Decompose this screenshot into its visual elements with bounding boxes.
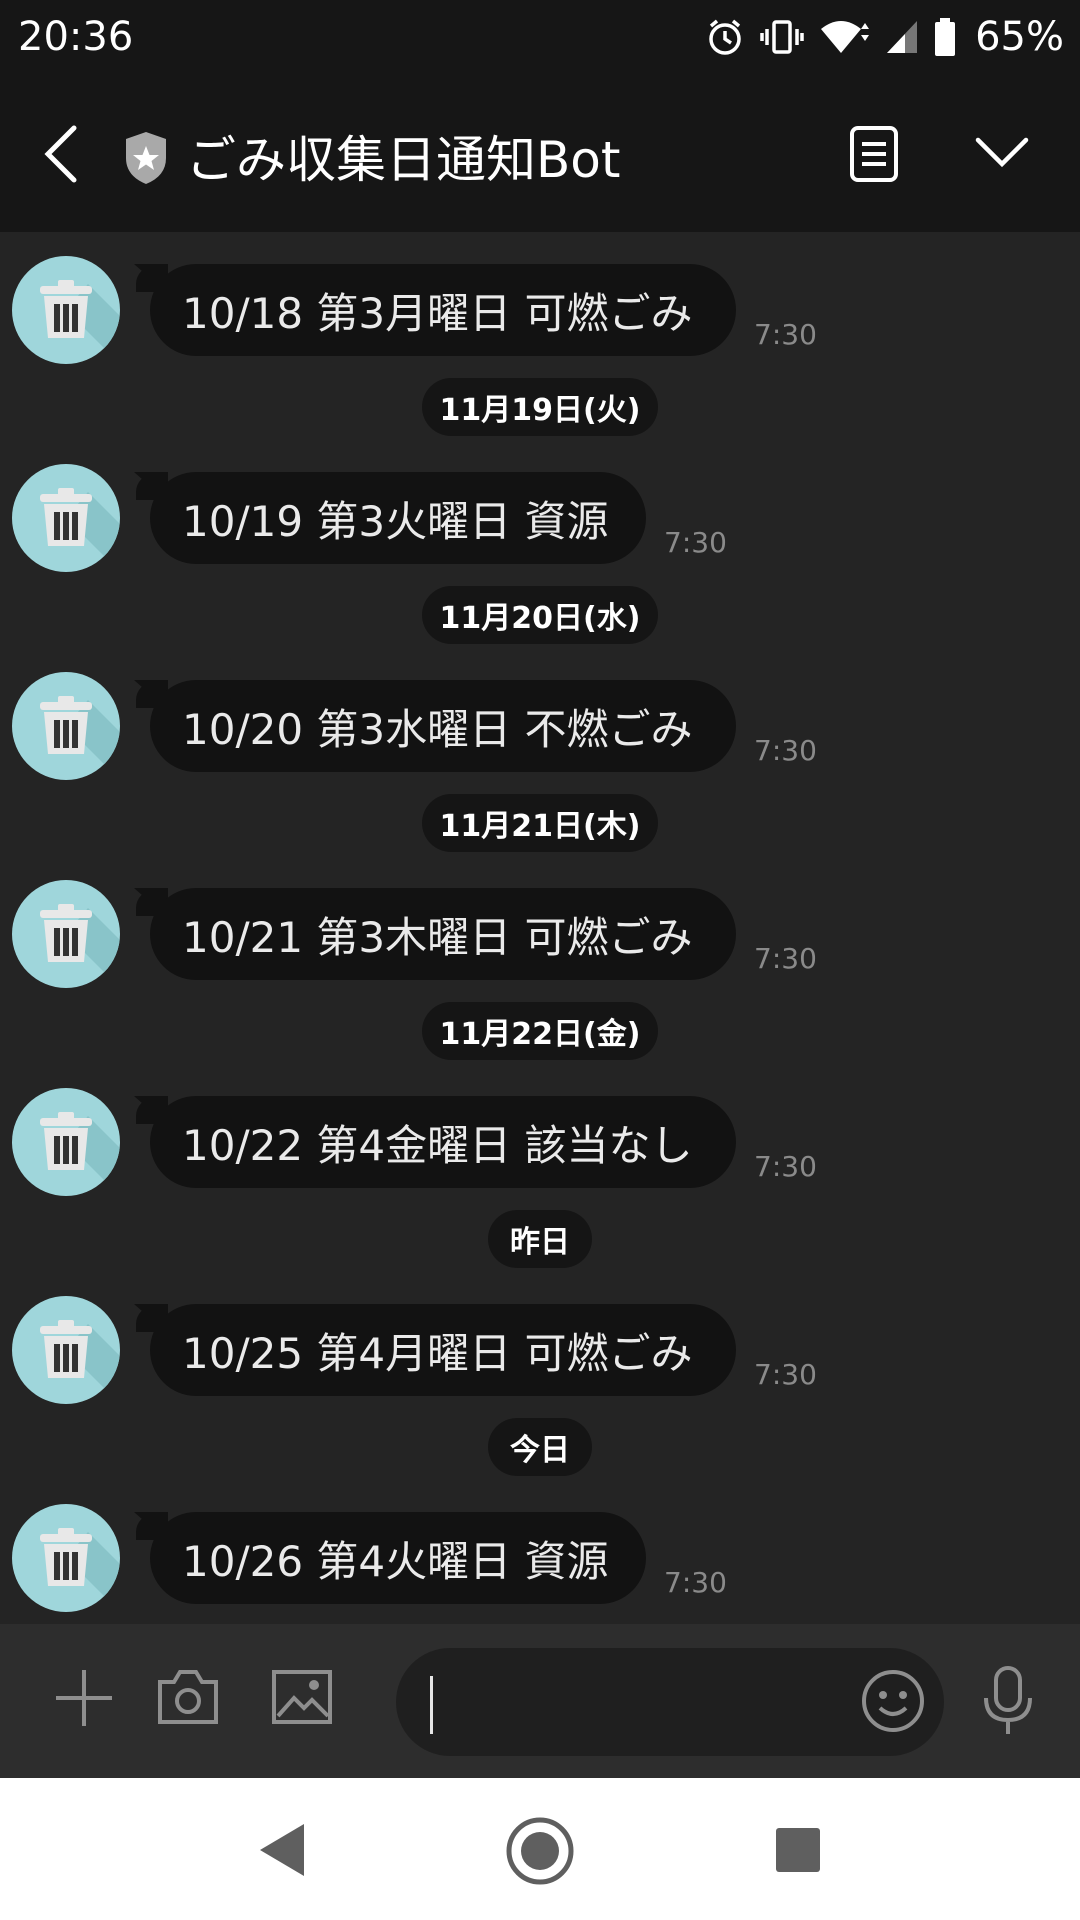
image-icon[interactable] [270, 1668, 334, 1726]
date-separator: 11月21日(木) [422, 794, 658, 852]
chevron-down-icon[interactable] [972, 130, 1032, 174]
date-separator: 昨日 [488, 1210, 592, 1268]
message-bubble[interactable]: 10/25 第4月曜日 可燃ごみ [136, 1304, 736, 1396]
message-row: 10/21 第3木曜日 可燃ごみ 7:30 [0, 880, 1080, 990]
message-row: 10/18 第3月曜日 可燃ごみ 7:30 [0, 256, 1080, 366]
wifi-icon [821, 21, 870, 53]
message-row: 10/26 第4火曜日 資源 7:30 [0, 1504, 1080, 1614]
nav-recents-icon[interactable] [774, 1826, 822, 1874]
vibrate-icon [760, 20, 804, 54]
bot-avatar[interactable] [12, 1504, 120, 1612]
message-time: 7:30 [754, 734, 817, 767]
message-bubble[interactable]: 10/22 第4金曜日 該当なし [136, 1096, 736, 1188]
nav-home-icon[interactable] [505, 1816, 575, 1886]
bot-avatar[interactable] [12, 464, 120, 572]
nav-back-icon[interactable] [256, 1822, 306, 1878]
status-time: 20:36 [18, 14, 134, 60]
status-icons: 65% [705, 12, 1064, 62]
input-bar [0, 1624, 1080, 1778]
microphone-icon[interactable] [980, 1664, 1036, 1738]
signal-icon [887, 21, 918, 53]
battery-icon [935, 18, 956, 56]
message-bubble[interactable]: 10/21 第3木曜日 可燃ごみ [136, 888, 736, 980]
bot-avatar[interactable] [12, 256, 120, 364]
message-row: 10/25 第4月曜日 可燃ごみ 7:30 [0, 1296, 1080, 1406]
message-time: 7:30 [754, 942, 817, 975]
chat-area[interactable]: 10/18 第3月曜日 可燃ごみ 7:30 11月19日(火) 10/19 第3… [0, 232, 1080, 1624]
date-separator: 11月20日(水) [422, 586, 658, 644]
message-row: 10/22 第4金曜日 該当なし 7:30 [0, 1088, 1080, 1198]
message-bubble[interactable]: 10/20 第3水曜日 不燃ごみ [136, 680, 736, 772]
date-separator: 今日 [488, 1418, 592, 1476]
message-time: 7:30 [754, 1358, 817, 1391]
message-time: 7:30 [754, 1150, 817, 1183]
alarm-icon [709, 19, 741, 55]
bot-avatar[interactable] [12, 880, 120, 988]
message-row: 10/19 第3火曜日 資源 7:30 [0, 464, 1080, 574]
status-bar: 20:36 65% [0, 0, 1080, 76]
date-separator: 11月22日(金) [422, 1002, 658, 1060]
system-nav-bar [0, 1778, 1080, 1920]
trash-can-icon [40, 488, 120, 572]
trash-can-icon [40, 280, 120, 364]
message-row: 10/20 第3水曜日 不燃ごみ 7:30 [0, 672, 1080, 782]
bot-avatar[interactable] [12, 672, 120, 780]
chat-header: ごみ収集日通知Bot [0, 76, 1080, 232]
trash-can-icon [40, 696, 120, 780]
battery-percent: 65% [975, 14, 1064, 60]
bot-avatar[interactable] [12, 1296, 120, 1404]
date-separator: 11月19日(火) [422, 378, 658, 436]
back-button[interactable] [34, 118, 90, 190]
message-bubble[interactable]: 10/26 第4火曜日 資源 [136, 1512, 646, 1604]
emoji-icon[interactable] [860, 1668, 926, 1734]
message-bubble[interactable]: 10/19 第3火曜日 資源 [136, 472, 646, 564]
chat-title: ごみ収集日通知Bot [186, 131, 621, 189]
trash-can-icon [40, 1112, 120, 1196]
text-caret [430, 1676, 433, 1734]
trash-can-icon [40, 1528, 120, 1612]
note-button[interactable] [846, 124, 902, 184]
message-time: 7:30 [664, 1566, 727, 1599]
trash-can-icon [40, 1320, 120, 1404]
official-shield-icon [126, 132, 166, 184]
message-time: 7:30 [664, 526, 727, 559]
plus-icon[interactable] [52, 1666, 116, 1730]
message-bubble[interactable]: 10/18 第3月曜日 可燃ごみ [136, 264, 736, 356]
bot-avatar[interactable] [12, 1088, 120, 1196]
trash-can-icon [40, 904, 120, 988]
message-time: 7:30 [754, 318, 817, 351]
camera-icon[interactable] [156, 1668, 220, 1726]
